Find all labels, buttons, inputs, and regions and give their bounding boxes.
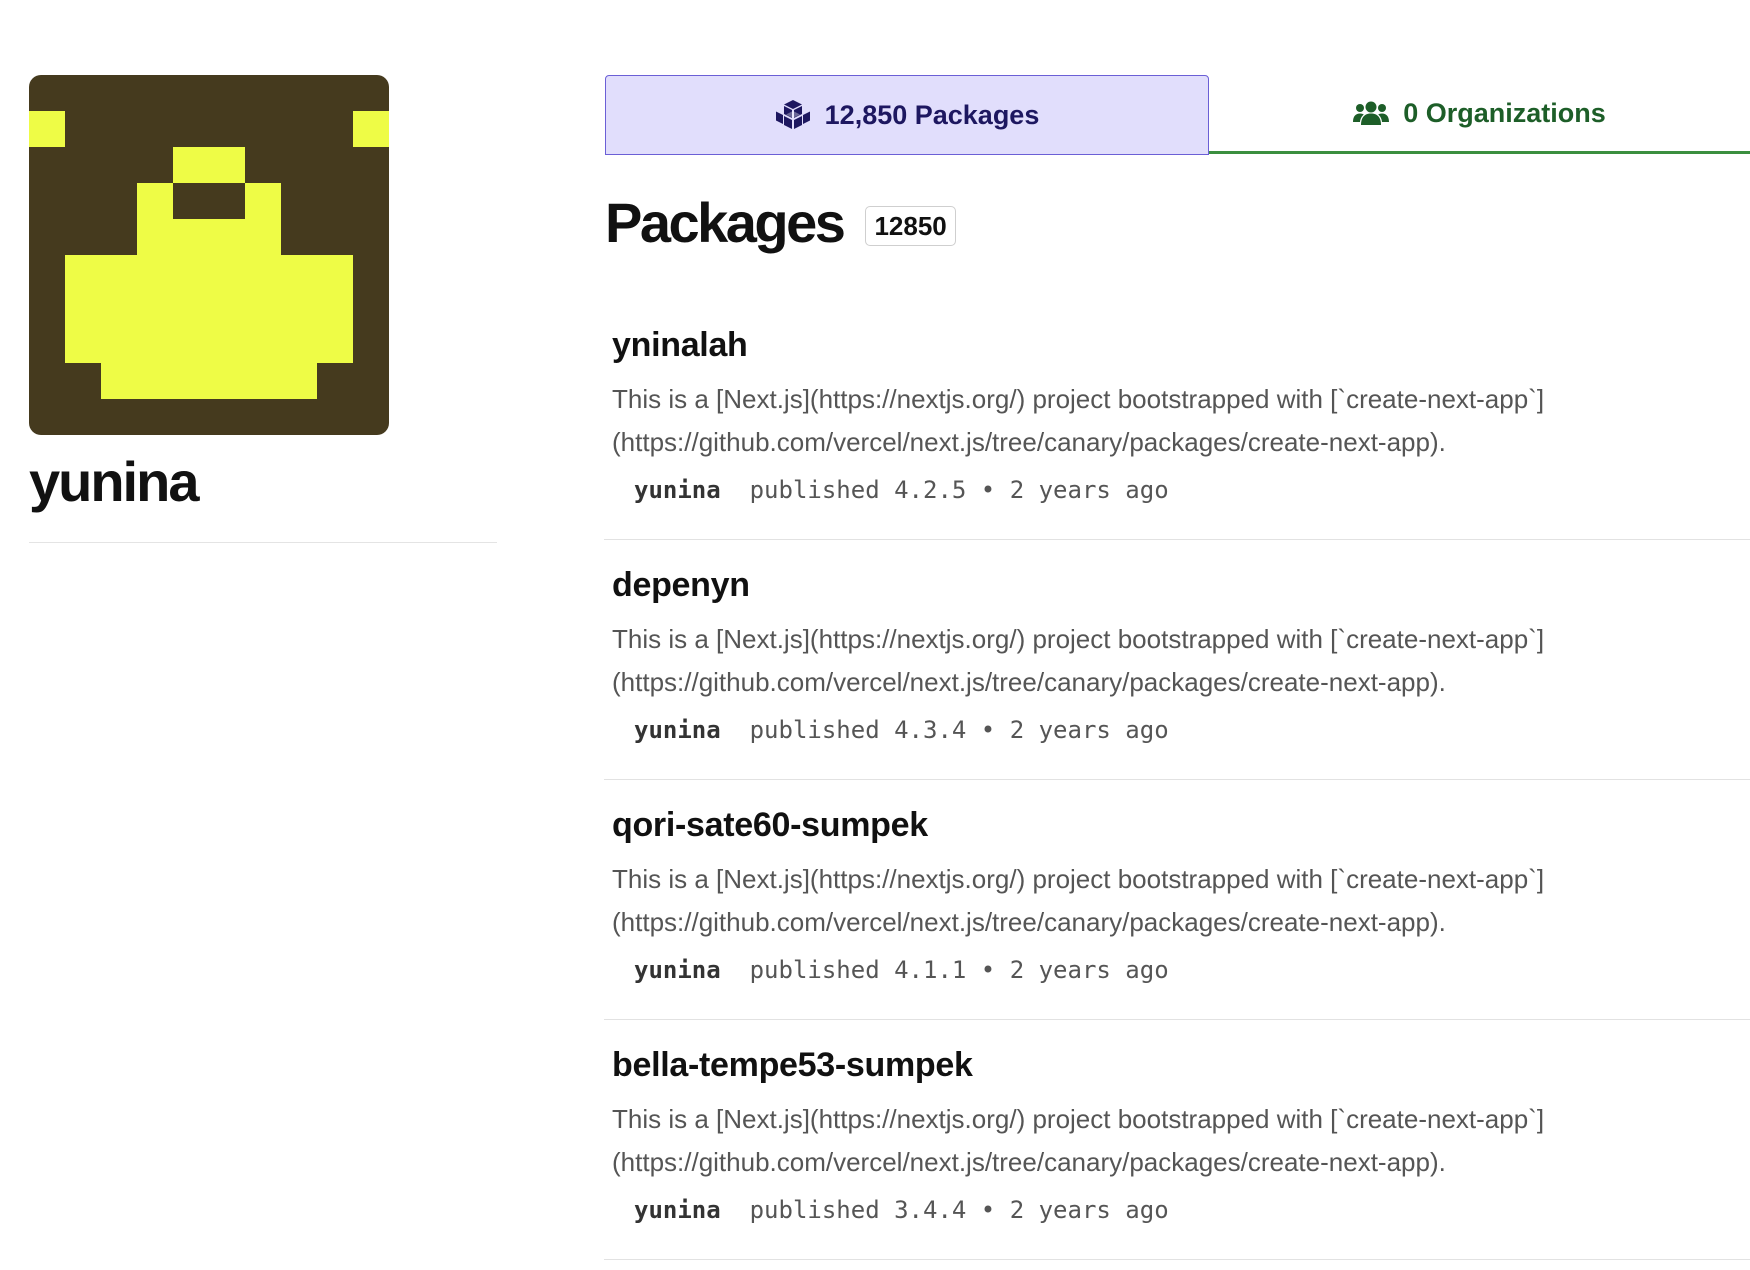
profile-page: yunina 12,850 Packages 0 Organizations P… xyxy=(0,0,1750,1270)
package-description: This is a [Next.js](https://nextjs.org/)… xyxy=(612,1103,1545,1177)
package-name-link[interactable]: yninalah xyxy=(612,325,748,366)
tab-packages[interactable]: 12,850 Packages xyxy=(605,75,1209,155)
tab-organizations-label: 0 Organizations xyxy=(1403,97,1606,128)
package-meta: yunina published 3.4.4 • 2 years ago xyxy=(612,1196,1750,1224)
package-meta: yunina published 4.1.1 • 2 years ago xyxy=(612,956,1750,984)
package-author-link[interactable]: yunina xyxy=(634,956,721,984)
package-name-link[interactable]: bella-tempe53-sumpek xyxy=(612,1045,973,1086)
package-author-link[interactable]: yunina xyxy=(634,1196,721,1224)
package-published-info: published 4.3.4 • 2 years ago xyxy=(749,715,1169,744)
package-published-info: published 3.4.4 • 2 years ago xyxy=(749,1195,1169,1224)
package-item: depenyn This is a [Next.js](https://next… xyxy=(604,540,1750,780)
packages-count-badge: 12850 xyxy=(865,205,956,247)
package-item: bella-tempe53-sumpek This is a [Next.js]… xyxy=(604,1020,1750,1260)
package-description: This is a [Next.js](https://nextjs.org/)… xyxy=(612,863,1545,937)
package-name-link[interactable]: qori-sate60-sumpek xyxy=(612,805,928,846)
avatar xyxy=(29,75,389,435)
tab-organizations[interactable]: 0 Organizations xyxy=(1209,75,1750,154)
packages-header: Packages 12850 xyxy=(605,195,956,251)
package-name-link[interactable]: depenyn xyxy=(612,565,750,606)
tab-packages-label: 12,850 Packages xyxy=(824,99,1040,130)
package-item: qori-sate60-sumpek This is a [Next.js](h… xyxy=(604,780,1750,1020)
package-description: This is a [Next.js](https://nextjs.org/)… xyxy=(612,623,1545,697)
package-item: yninalah This is a [Next.js](https://nex… xyxy=(604,300,1750,540)
package-description: This is a [Next.js](https://nextjs.org/)… xyxy=(612,383,1545,457)
package-published-info: published 4.2.5 • 2 years ago xyxy=(749,475,1169,504)
users-icon xyxy=(1353,100,1390,126)
identicon-image xyxy=(29,75,389,435)
profile-divider xyxy=(29,541,497,543)
packages-title: Packages xyxy=(605,191,846,254)
cubes-icon xyxy=(775,99,811,131)
package-author-link[interactable]: yunina xyxy=(634,476,721,504)
profile-sidebar: yunina xyxy=(29,75,497,543)
package-list: yninalah This is a [Next.js](https://nex… xyxy=(604,300,1750,1260)
package-author-link[interactable]: yunina xyxy=(634,716,721,744)
profile-username: yunina xyxy=(29,450,199,513)
package-meta: yunina published 4.3.4 • 2 years ago xyxy=(612,716,1750,744)
profile-tabs: 12,850 Packages 0 Organizations xyxy=(605,75,1750,155)
package-published-info: published 4.1.1 • 2 years ago xyxy=(749,955,1169,984)
package-meta: yunina published 4.2.5 • 2 years ago xyxy=(612,476,1750,504)
